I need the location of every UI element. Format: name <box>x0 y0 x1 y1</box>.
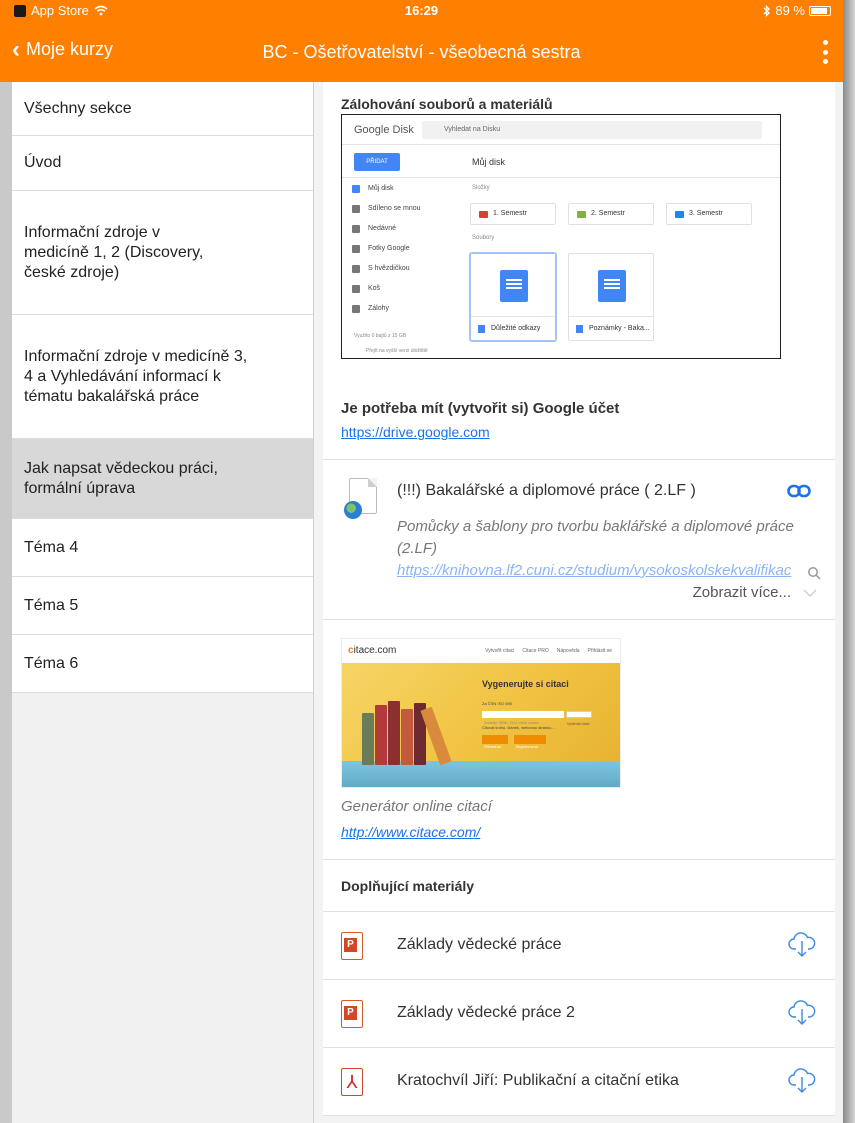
sidebar-item-label: Informační zdroje v medicíně 1, 2 (Disco… <box>24 223 204 281</box>
backup-card: Zálohování souborů a materiálů Google Di… <box>323 82 835 460</box>
sidebar-item-info-sources-1-2[interactable]: Informační zdroje v medicíně 1, 2 (Disco… <box>12 191 313 315</box>
drive-nav-item: Nedávné <box>342 219 454 239</box>
document-icon <box>500 270 528 302</box>
book <box>401 709 413 765</box>
drive-my-drive-label: Můj disk <box>472 157 506 167</box>
battery-icon <box>809 5 831 16</box>
status-time: 16:29 <box>404 3 439 18</box>
citace-card: citace.com Vytvořit citaci Citace PRO Ná… <box>323 620 835 860</box>
battery-level: 89 % <box>775 3 805 18</box>
status-right: 89 % <box>763 3 831 18</box>
powerpoint-icon <box>341 932 363 960</box>
sidebar-item-info-sources-3-4[interactable]: Informační zdroje v medicíně 3, 4 a Vyhl… <box>12 315 313 439</box>
sidebar-item-label: Informační zdroje v medicíně 3, 4 a Vyhl… <box>24 347 248 405</box>
app-screen: App Store 16:29 89 % ‹ Moje kurzy BC - O… <box>0 0 843 1123</box>
google-drive-link[interactable]: https://drive.google.com <box>341 424 490 440</box>
drive-folder: 3. Semestr <box>666 203 752 225</box>
powerpoint-icon <box>341 1000 363 1028</box>
book <box>375 705 387 765</box>
sidebar-item-topic-4[interactable]: Téma 4 <box>12 519 313 577</box>
cloud-download-icon[interactable] <box>787 929 817 959</box>
drive-nav-item: Koš <box>342 279 454 299</box>
material-item[interactable]: Základy vědecké práce <box>323 912 835 980</box>
theses-title[interactable]: (!!!) Bakalářské a diplomové práce ( 2.L… <box>397 482 696 500</box>
drive-file: Důležité odkazy <box>470 253 556 341</box>
citace-hero: Vygenerujte si citaci Za ČSN ISO 690 Zad… <box>342 663 620 787</box>
sidebar-item-topic-5[interactable]: Téma 5 <box>12 577 313 635</box>
drive-files-label: Soubory <box>472 235 495 241</box>
pdf-icon <box>341 1068 363 1096</box>
drive-nav-item: Zálohy <box>342 299 454 319</box>
url-resource-icon <box>344 478 377 519</box>
back-button[interactable]: ‹ Moje kurzy <box>12 35 114 63</box>
sidebar-item-label: Všechny sekce <box>24 99 132 117</box>
status-bar: App Store 16:29 89 % <box>0 0 843 22</box>
material-label: Základy vědecké práce <box>397 936 562 953</box>
drive-nav: Můj disk Sdíleno se mnou Nedávné Fotky G… <box>342 179 454 319</box>
google-account-note: Je potřeba mít (vytvořit si) Google účet <box>341 400 620 417</box>
drive-nav-item: Fotky Google <box>342 239 454 259</box>
material-label: Kratochvíl Jiří: Publikační a citační et… <box>397 1072 679 1089</box>
theses-description: Pomůcky a šablony pro tvorbu baklářské a… <box>397 518 794 557</box>
sections-list: Všechny sekce Úvod Informační zdroje v m… <box>12 82 313 693</box>
document-icon <box>598 270 626 302</box>
drive-search: Vyhledat na Disku <box>422 121 762 139</box>
theses-link-card: (!!!) Bakalářské a diplomové práce ( 2.L… <box>323 460 835 620</box>
navigation-bar: ‹ Moje kurzy BC - Ošetřovatelství - všeo… <box>0 22 843 82</box>
book <box>362 713 374 765</box>
drive-nav-item: Sdíleno se mnou <box>342 199 454 219</box>
globe-icon <box>344 501 362 519</box>
drive-new-button: PŘIDAT <box>354 153 400 171</box>
google-drive-logo: Google Disk <box>354 124 414 136</box>
section-content: Zálohování souborů a materiálů Google Di… <box>313 82 843 1123</box>
sidebar-item-intro[interactable]: Úvod <box>12 136 313 191</box>
cloud-download-icon[interactable] <box>787 1065 817 1095</box>
more-vertical-icon[interactable] <box>821 40 829 64</box>
drive-nav-item: Můj disk <box>342 179 454 199</box>
citace-caption: Generátor online citací <box>341 798 492 815</box>
drive-file: Poznámky - Baka... <box>568 253 654 341</box>
citace-menu: Vytvořit citaci Citace PRO Nápověda Přih… <box>485 648 612 654</box>
drive-folder: 2. Semestr <box>568 203 654 225</box>
materials-heading: Doplňující materiály <box>341 878 475 894</box>
backup-heading: Zálohování souborů a materiálů <box>341 96 553 112</box>
sidebar-item-scientific-writing[interactable]: Jak napsat vědeckou práci, formální úpra… <box>12 439 313 519</box>
bluetooth-icon <box>763 4 771 17</box>
sidebar-item-label: Téma 5 <box>24 596 79 614</box>
citace-screenshot: citace.com Vytvořit citaci Citace PRO Ná… <box>341 638 621 788</box>
device-edge <box>843 0 855 1123</box>
sidebar-item-label: Jak napsat vědeckou práci, formální úpra… <box>24 459 218 497</box>
drive-folder: 1. Semestr <box>470 203 556 225</box>
theses-url[interactable]: https://knihovna.lf2.cuni.cz/studium/vys… <box>397 562 817 580</box>
sidebar-item-label: Téma 4 <box>24 538 79 556</box>
sidebar-gutter <box>0 82 12 1123</box>
drive-upgrade: Přejít na vyšší verzi úložiště <box>366 348 428 354</box>
materials-header: Doplňující materiály <box>323 860 835 912</box>
material-label: Základy vědecké práce 2 <box>397 1004 575 1021</box>
page-title: BC - Ošetřovatelství - všeobecná sestra <box>262 42 581 62</box>
sections-sidebar: Všechny sekce Úvod Informační zdroje v m… <box>0 82 313 1123</box>
sidebar-item-topic-6[interactable]: Téma 6 <box>12 635 313 693</box>
citace-link[interactable]: http://www.citace.com/ <box>341 824 480 840</box>
sidebar-item-label: Téma 6 <box>24 654 79 672</box>
material-item[interactable]: Kratochvíl Jiří: Publikační a citační et… <box>323 1048 835 1116</box>
search-icon <box>808 567 821 580</box>
back-label: Moje kurzy <box>26 39 114 59</box>
chevron-left-icon: ‹ <box>12 35 20 63</box>
drive-nav-item: S hvězdičkou <box>342 259 454 279</box>
drive-folders-label: Složky <box>472 185 490 191</box>
link-icon <box>787 484 811 498</box>
cloud-download-icon[interactable] <box>787 997 817 1027</box>
google-drive-screenshot: Google Disk Vyhledat na Disku PŘIDAT Můj… <box>341 114 781 359</box>
sidebar-item-label: Úvod <box>24 154 62 171</box>
book <box>388 701 400 765</box>
material-item[interactable]: Základy vědecké práce 2 <box>323 980 835 1048</box>
citace-logo: citace.com <box>348 645 397 656</box>
chevron-down-icon[interactable] <box>803 589 817 597</box>
drive-storage: Využito 0 bajtů z 15 GB <box>354 333 407 339</box>
sidebar-item-all-sections[interactable]: Všechny sekce <box>12 82 313 136</box>
show-more-button[interactable]: Zobrazit více... <box>693 584 791 601</box>
